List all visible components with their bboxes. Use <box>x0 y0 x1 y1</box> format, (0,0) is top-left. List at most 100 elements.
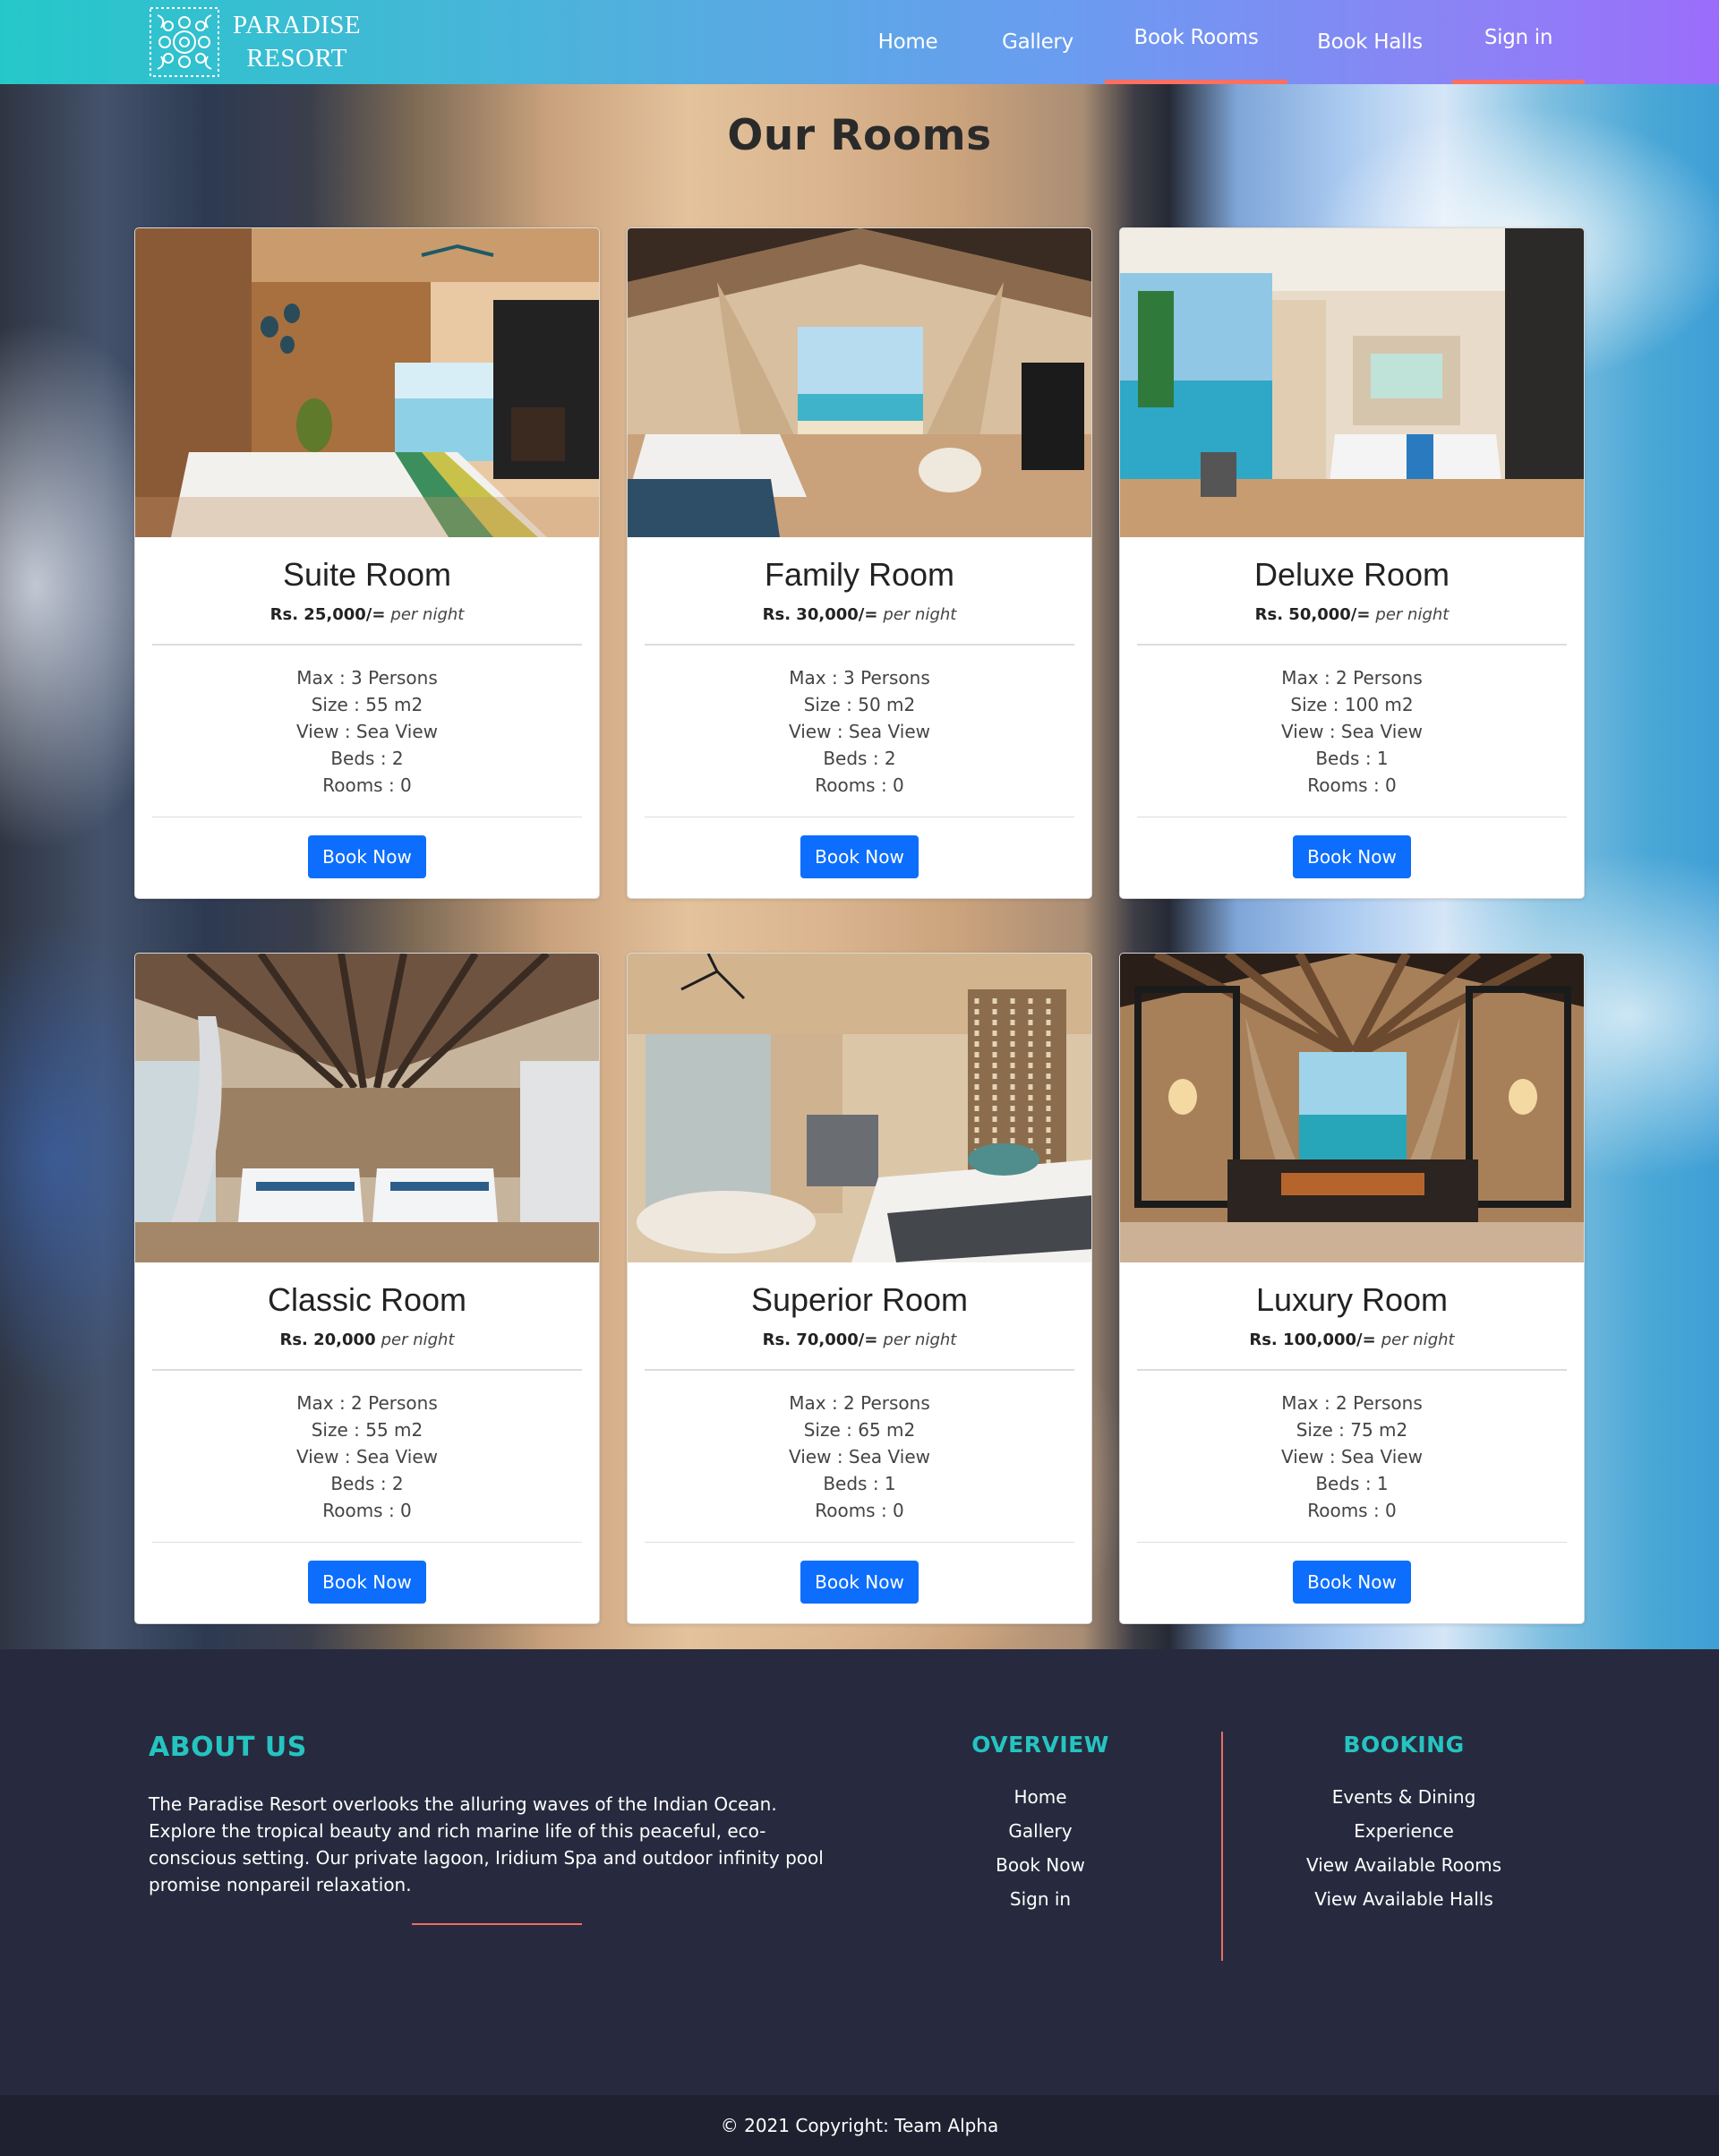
room-photo-luxury <box>1120 954 1584 1262</box>
room-title: Luxury Room <box>1255 1281 1449 1318</box>
price-unit: per night <box>1375 605 1450 624</box>
room-price: Rs. 30,000/= per night <box>628 604 1091 626</box>
spec-beds: Beds : 2 <box>330 748 404 769</box>
divider <box>152 644 582 646</box>
footer-link-book-now[interactable]: Book Now <box>906 1848 1175 1882</box>
price-amount: Rs. 30,000/= <box>762 605 878 624</box>
book-now-button[interactable]: Book Now <box>800 835 919 878</box>
spec-size: Size : 55 m2 <box>311 694 423 715</box>
room-card: Superior Room Rs. 70,000/= per night Max … <box>627 953 1092 1624</box>
divider <box>1137 1542 1567 1543</box>
spec-beds: Beds : 2 <box>330 1473 404 1494</box>
brand-name-line2: RESORT <box>246 44 347 73</box>
spec-rooms: Rooms : 0 <box>322 1500 412 1521</box>
footer-link-gallery[interactable]: Gallery <box>906 1814 1175 1848</box>
navbar: PARADISE RESORT Home Gallery Book Rooms … <box>0 0 1719 84</box>
book-now-button[interactable]: Book Now <box>308 1561 426 1604</box>
page-title: Our Rooms <box>727 111 992 160</box>
divider <box>1137 1369 1567 1371</box>
price-unit: per night <box>390 605 465 624</box>
spec-size: Size : 55 m2 <box>311 1419 423 1441</box>
book-now-button[interactable]: Book Now <box>308 835 426 878</box>
footer: ABOUT US The Paradise Resort overlooks t… <box>0 1649 1719 2095</box>
room-title: Deluxe Room <box>1253 556 1450 593</box>
room-price: Rs. 70,000/= per night <box>628 1330 1091 1351</box>
spec-max: Max : 2 Persons <box>789 1392 930 1414</box>
footer-link-home[interactable]: Home <box>906 1780 1175 1814</box>
spec-size: Size : 75 m2 <box>1296 1419 1408 1441</box>
price-amount: Rs. 70,000/= <box>762 1330 878 1349</box>
nav-home[interactable]: Home <box>865 0 951 84</box>
room-card: Family Room Rs. 30,000/= per night Max : … <box>627 227 1092 899</box>
room-photo-suite <box>135 228 599 537</box>
footer-link-sign-in[interactable]: Sign in <box>906 1882 1175 1916</box>
about-text: The Paradise Resort overlooks the alluri… <box>149 1793 824 1895</box>
divider <box>1137 644 1567 646</box>
spec-max: Max : 2 Persons <box>1281 667 1423 689</box>
price-unit: per night <box>1381 1330 1455 1349</box>
divider <box>645 1542 1074 1543</box>
footer-link-experience[interactable]: Experience <box>1270 1814 1538 1848</box>
spec-view: View : Sea View <box>296 721 438 742</box>
room-title: Classic Room <box>267 1281 467 1318</box>
spec-beds: Beds : 1 <box>823 1473 896 1494</box>
ornament-logo-icon <box>150 7 219 77</box>
room-price: Rs. 20,000 per night <box>135 1330 599 1351</box>
room-price: Rs. 100,000/= per night <box>1120 1330 1584 1351</box>
spec-view: View : Sea View <box>1281 721 1423 742</box>
room-specs: Max : 2 Persons Size : 65 m2 View : Sea … <box>628 1390 1091 1524</box>
spec-max: Max : 3 Persons <box>789 667 930 689</box>
divider <box>645 1369 1074 1371</box>
nav-sign-in[interactable]: Sign in <box>1452 0 1585 84</box>
nav-book-rooms[interactable]: Book Rooms <box>1105 0 1287 84</box>
spec-size: Size : 50 m2 <box>803 694 916 715</box>
room-card: Deluxe Room Rs. 50,000/= per night Max : … <box>1119 227 1585 899</box>
overview-title: OVERVIEW <box>971 1732 1109 1758</box>
nav-gallery[interactable]: Gallery <box>992 0 1083 84</box>
brand[interactable]: PARADISE RESORT <box>149 5 361 79</box>
price-unit: per night <box>381 1330 455 1349</box>
room-specs: Max : 3 Persons Size : 55 m2 View : Sea … <box>135 664 599 799</box>
overview-links: Home Gallery Book Now Sign in <box>906 1780 1175 1916</box>
book-now-button[interactable]: Book Now <box>800 1561 919 1604</box>
brand-name-line1: PARADISE <box>233 11 362 39</box>
spec-max: Max : 2 Persons <box>1281 1392 1423 1414</box>
spec-beds: Beds : 1 <box>1315 1473 1389 1494</box>
room-specs: Max : 2 Persons Size : 55 m2 View : Sea … <box>135 1390 599 1524</box>
room-specs: Max : 2 Persons Size : 100 m2 View : Sea… <box>1120 664 1584 799</box>
footer-link-events-dining[interactable]: Events & Dining <box>1270 1780 1538 1814</box>
room-photo-deluxe <box>1120 228 1584 537</box>
spec-size: Size : 100 m2 <box>1290 694 1414 715</box>
about-divider <box>412 1923 582 1925</box>
room-card: Suite Room Rs. 25,000/= per night Max : 3… <box>134 227 600 899</box>
room-photo-classic <box>135 954 599 1262</box>
footer-link-available-halls[interactable]: View Available Halls <box>1270 1882 1538 1916</box>
room-photo-superior <box>628 954 1091 1262</box>
about-title: ABOUT US <box>149 1732 307 1763</box>
booking-title: BOOKING <box>1343 1732 1465 1758</box>
price-unit: per night <box>883 1330 957 1349</box>
footer-link-available-rooms[interactable]: View Available Rooms <box>1270 1848 1538 1882</box>
price-amount: Rs. 50,000/= <box>1254 605 1371 624</box>
book-now-button[interactable]: Book Now <box>1293 835 1411 878</box>
room-price: Rs. 25,000/= per night <box>135 604 599 626</box>
price-unit: per night <box>883 605 957 624</box>
book-now-button[interactable]: Book Now <box>1293 1561 1411 1604</box>
spec-view: View : Sea View <box>789 1446 930 1467</box>
room-title: Family Room <box>764 556 955 593</box>
rooms-section: Our Rooms Suite Room Rs. 25,000/= per ni… <box>0 84 1719 1649</box>
divider <box>152 1542 582 1543</box>
spec-rooms: Rooms : 0 <box>815 1500 904 1521</box>
room-photo-family <box>628 228 1091 537</box>
nav-book-halls[interactable]: Book Halls <box>1313 0 1427 84</box>
room-specs: Max : 2 Persons Size : 75 m2 View : Sea … <box>1120 1390 1584 1524</box>
spec-beds: Beds : 1 <box>1315 748 1389 769</box>
divider <box>152 1369 582 1371</box>
spec-rooms: Rooms : 0 <box>815 774 904 796</box>
spec-rooms: Rooms : 0 <box>1307 774 1397 796</box>
spec-rooms: Rooms : 0 <box>322 774 412 796</box>
spec-max: Max : 3 Persons <box>296 667 438 689</box>
spec-beds: Beds : 2 <box>823 748 896 769</box>
room-price: Rs. 50,000/= per night <box>1120 604 1584 626</box>
booking-links: Events & Dining Experience View Availabl… <box>1270 1780 1538 1916</box>
